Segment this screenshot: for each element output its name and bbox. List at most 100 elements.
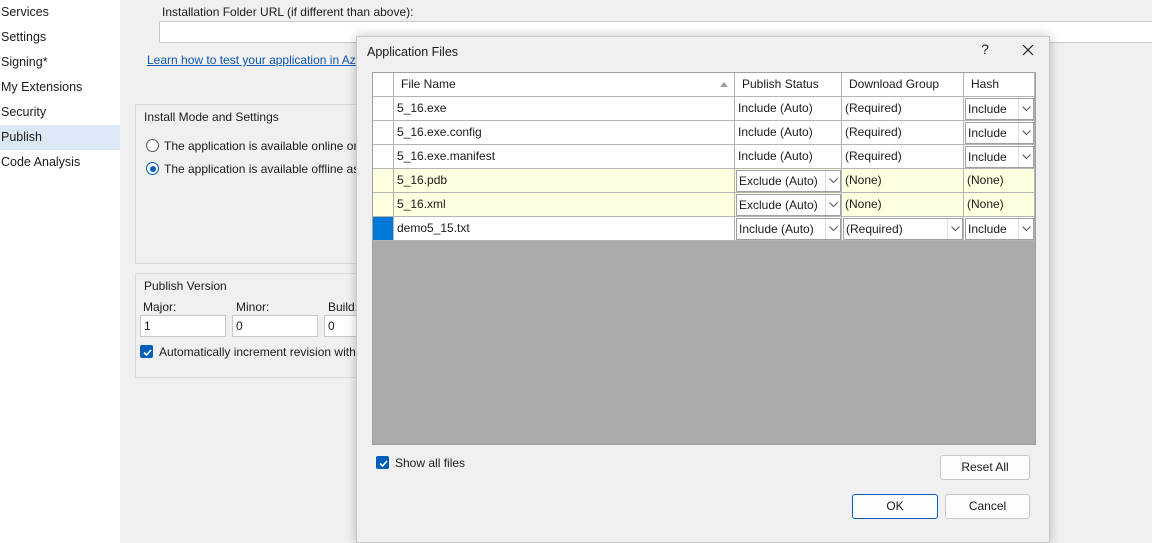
minor-input[interactable]: 0 <box>232 315 318 337</box>
auto-increment-checkbox[interactable] <box>140 345 153 358</box>
major-input[interactable]: 1 <box>140 315 226 337</box>
sidebar-item-code-analysis[interactable]: Code Analysis <box>0 150 120 175</box>
online-radio[interactable] <box>146 139 159 152</box>
close-icon <box>1022 44 1034 56</box>
install-mode-group <box>135 104 375 264</box>
file-name-cell[interactable]: 5_16.pdb <box>394 169 735 193</box>
check-icon <box>379 460 388 468</box>
hash-dropdown[interactable]: Include <box>965 146 1034 168</box>
column-header-hash[interactable]: Hash <box>964 73 1035 97</box>
file-name-cell[interactable]: 5_16.xml <box>394 193 735 217</box>
chevron-down-icon <box>829 226 838 232</box>
dropdown-arrow[interactable] <box>1018 99 1033 119</box>
auto-increment-label: Automatically increment revision with <box>159 345 356 359</box>
hash-dropdown-value: Include <box>968 150 1007 164</box>
hash-dropdown-value: Include <box>968 222 1007 236</box>
hash-cell[interactable]: (None) <box>964 193 1035 217</box>
chevron-down-icon <box>1022 154 1031 160</box>
sidebar-item-my-extensions[interactable]: My Extensions <box>0 75 120 100</box>
download-group-cell: (Required) <box>842 217 964 241</box>
show-all-files-checkbox[interactable] <box>376 456 389 469</box>
table-row[interactable]: 5_16.exe.manifest Include (Auto) (Requir… <box>373 145 1035 169</box>
help-button[interactable]: ? <box>977 41 993 57</box>
hash-cell: Include <box>964 97 1035 121</box>
chevron-down-icon <box>829 178 838 184</box>
publish-status-dropdown[interactable]: Include (Auto) <box>736 218 841 240</box>
grid-header: File Name Publish Status Download Group … <box>373 73 1035 97</box>
hash-cell: Include <box>964 145 1035 169</box>
table-row[interactable]: demo5_15.txt Include (Auto) (Required) I… <box>373 217 1035 241</box>
dropdown-arrow[interactable] <box>1018 219 1033 239</box>
download-group-cell[interactable]: (Required) <box>842 97 964 121</box>
major-label: Major: <box>143 300 177 314</box>
row-header[interactable] <box>373 169 394 193</box>
hash-cell[interactable]: (None) <box>964 169 1035 193</box>
close-button[interactable] <box>1021 43 1035 57</box>
publish-status-value: Include (Auto) <box>739 222 814 236</box>
file-name-cell[interactable]: 5_16.exe.manifest <box>394 145 735 169</box>
publish-status-value: Exclude (Auto) <box>739 174 818 188</box>
row-header[interactable] <box>373 97 394 121</box>
table-row[interactable]: 5_16.exe Include (Auto) (Required) Inclu… <box>373 97 1035 121</box>
file-name-cell[interactable]: 5_16.exe <box>394 97 735 121</box>
publish-status-cell[interactable]: Include (Auto) <box>735 121 842 145</box>
offline-radio[interactable] <box>146 162 159 175</box>
download-group-cell[interactable]: (Required) <box>842 121 964 145</box>
hash-dropdown[interactable]: Include <box>965 218 1034 240</box>
offline-radio-label: The application is available offline as <box>164 162 360 176</box>
application-files-dialog: Application Files ? File Name Publish St… <box>356 36 1050 543</box>
hash-cell: Include <box>964 217 1035 241</box>
check-icon <box>143 349 152 357</box>
publish-status-cell: Exclude (Auto) <box>735 193 842 217</box>
table-row[interactable]: 5_16.xml Exclude (Auto) (None) (None) <box>373 193 1035 217</box>
sidebar-item-publish[interactable]: Publish <box>0 125 126 150</box>
show-all-files-label: Show all files <box>395 456 466 470</box>
table-row[interactable]: 5_16.exe.config Include (Auto) (Required… <box>373 121 1035 145</box>
hash-dropdown[interactable]: Include <box>965 122 1034 144</box>
reset-all-button[interactable]: Reset All <box>940 455 1030 480</box>
learn-test-link[interactable]: Learn how to test your application in Az <box>147 53 356 67</box>
sidebar-item-settings[interactable]: Settings <box>0 25 120 50</box>
publish-status-dropdown[interactable]: Exclude (Auto) <box>736 194 841 216</box>
dropdown-arrow[interactable] <box>825 195 840 215</box>
download-group-cell[interactable]: (None) <box>842 193 964 217</box>
install-mode-title: Install Mode and Settings <box>144 110 279 124</box>
publish-status-dropdown[interactable]: Exclude (Auto) <box>736 170 841 192</box>
publish-status-cell: Exclude (Auto) <box>735 169 842 193</box>
download-group-dropdown[interactable]: (Required) <box>843 218 963 240</box>
download-group-cell[interactable]: (Required) <box>842 145 964 169</box>
table-row[interactable]: 5_16.pdb Exclude (Auto) (None) (None) <box>373 169 1035 193</box>
sidebar-item-security[interactable]: Security <box>0 100 120 125</box>
file-name-cell[interactable]: demo5_15.txt <box>394 217 735 241</box>
dropdown-arrow[interactable] <box>1018 123 1033 143</box>
chevron-down-icon <box>951 226 960 232</box>
publish-status-cell: Include (Auto) <box>735 217 842 241</box>
publish-version-title: Publish Version <box>144 279 227 293</box>
column-header-download-group[interactable]: Download Group <box>842 73 964 97</box>
ok-button[interactable]: OK <box>852 494 938 519</box>
sidebar-item-signing[interactable]: Signing* <box>0 50 120 75</box>
publish-status-value: Exclude (Auto) <box>739 198 818 212</box>
files-grid: File Name Publish Status Download Group … <box>372 72 1036 445</box>
cancel-button[interactable]: Cancel <box>945 494 1030 519</box>
dropdown-arrow[interactable] <box>947 219 962 239</box>
chevron-down-icon <box>829 202 838 208</box>
column-header-file-name[interactable]: File Name <box>394 73 735 97</box>
dropdown-arrow[interactable] <box>825 171 840 191</box>
publish-status-cell[interactable]: Include (Auto) <box>735 97 842 121</box>
row-header[interactable] <box>373 193 394 217</box>
dropdown-arrow[interactable] <box>1018 147 1033 167</box>
dropdown-arrow[interactable] <box>825 219 840 239</box>
dialog-title: Application Files <box>367 45 459 59</box>
row-header-selected[interactable] <box>373 217 394 241</box>
sidebar-item-services[interactable]: Services <box>0 0 120 25</box>
column-header-publish-status[interactable]: Publish Status <box>735 73 842 97</box>
publish-status-cell[interactable]: Include (Auto) <box>735 145 842 169</box>
download-group-value: (Required) <box>846 222 903 236</box>
online-radio-label: The application is available online on <box>164 139 361 153</box>
download-group-cell[interactable]: (None) <box>842 169 964 193</box>
row-header[interactable] <box>373 121 394 145</box>
hash-dropdown[interactable]: Include <box>965 98 1034 120</box>
row-header[interactable] <box>373 145 394 169</box>
file-name-cell[interactable]: 5_16.exe.config <box>394 121 735 145</box>
